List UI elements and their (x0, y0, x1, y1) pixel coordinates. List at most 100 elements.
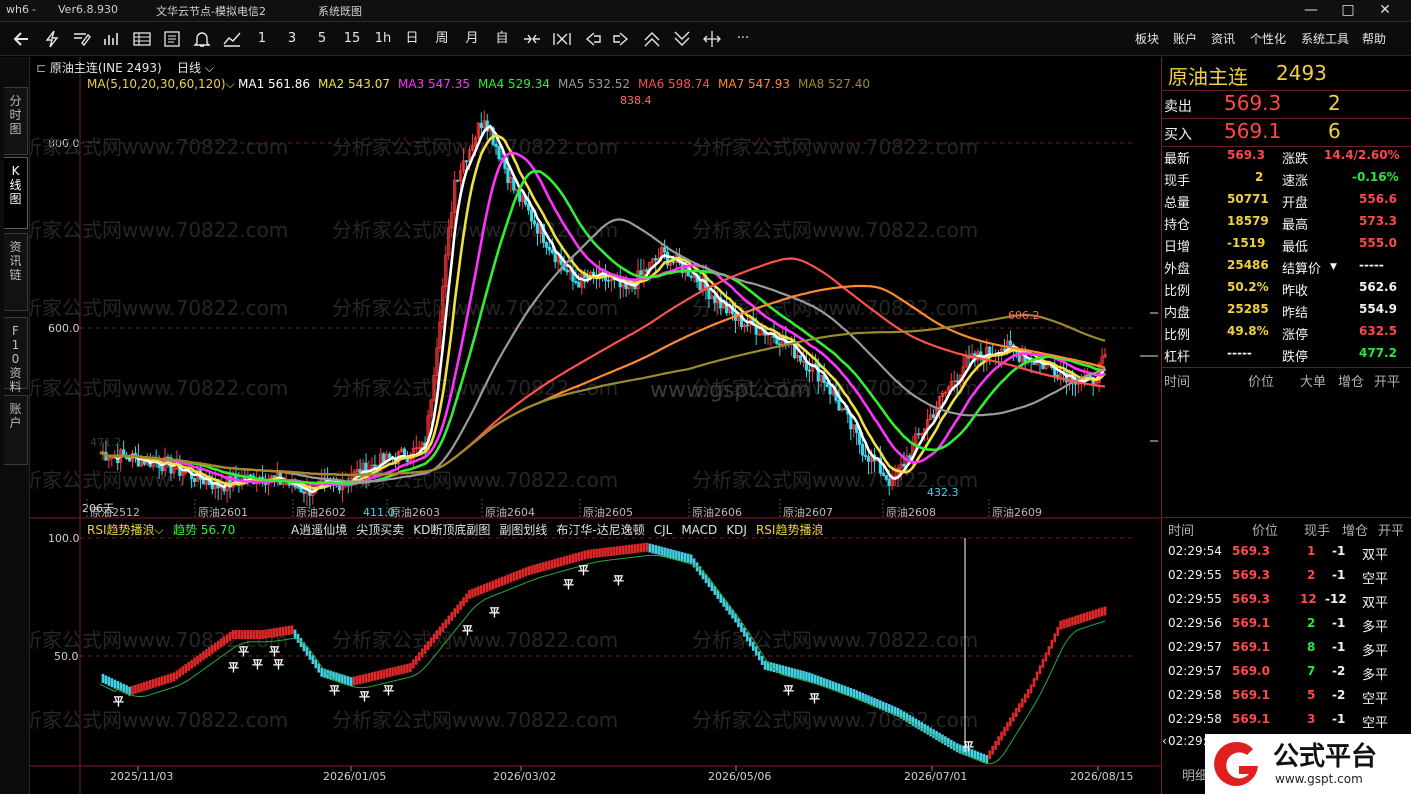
minimize-button[interactable]: — (1294, 0, 1328, 22)
period-week[interactable]: 周 (433, 30, 451, 48)
rsi-bar (503, 575, 507, 585)
rsi-bar (420, 648, 424, 658)
indicator-tab[interactable]: RSI趋势播浪 (756, 523, 824, 537)
tab-kline[interactable]: K线图 (4, 157, 28, 229)
rsi-bar (172, 672, 176, 682)
ma-settings[interactable]: MA(5,10,20,30,60,120)⌵ (87, 77, 235, 92)
flag-label: 平 (489, 606, 500, 619)
indicator-tab[interactable]: 布汀华-达尼逸顿 (556, 523, 644, 537)
rsi-bar (941, 734, 944, 744)
compress-icon[interactable] (522, 30, 542, 48)
indicator-tab[interactable]: 副图划线 (499, 523, 547, 537)
candle-body (843, 408, 847, 411)
more-icon[interactable]: ··· (732, 30, 754, 48)
quote-field-label: 日增 (1164, 240, 1191, 255)
rsi-bar (506, 574, 510, 584)
flag-label: 平 (462, 624, 473, 637)
draw-icon[interactable] (72, 30, 92, 48)
scroll-left-icon[interactable]: ‹ (1162, 734, 1167, 748)
rsi-bar (344, 675, 347, 685)
tick-oi-change: -2 (1332, 688, 1346, 702)
indicator-tabs: A逍遥仙境 尖顶买卖 KD断顶底副图 副图划线 布汀华-达尼逸顿 CJL MACD KDJ RS… (291, 521, 832, 538)
candle-body (464, 160, 469, 163)
tick-column-header: 价位 (1252, 524, 1279, 539)
period-custom[interactable]: 自 (493, 30, 511, 48)
up-icon[interactable] (642, 30, 662, 48)
menu-help[interactable]: 帮助 (1362, 30, 1386, 47)
chevron-down-icon[interactable]: ▼ (1330, 262, 1337, 272)
list-icon[interactable] (132, 30, 152, 48)
back-icon[interactable] (12, 30, 32, 48)
crosshair-icon[interactable] (702, 30, 722, 48)
period-5[interactable]: 5 (314, 30, 330, 48)
tab-news-chain[interactable]: 资讯链 (4, 233, 28, 311)
period-3[interactable]: 3 (284, 30, 300, 48)
bell-icon[interactable] (192, 30, 212, 48)
period-month[interactable]: 月 (463, 30, 481, 48)
rsi-bar (169, 673, 173, 683)
candle-body (798, 355, 803, 362)
candle-body (565, 269, 569, 273)
tick-time: 02:29:54 (1168, 544, 1222, 558)
menu-account[interactable]: 账户 (1173, 30, 1197, 47)
indicator-icon[interactable] (102, 30, 122, 48)
menu-sector[interactable]: 板块 (1135, 30, 1159, 47)
tick-type: 多平 (1362, 620, 1389, 635)
quote-field-label: 持仓 (1164, 218, 1191, 233)
tab-account[interactable]: 账户 (4, 395, 28, 465)
rsi-bar (246, 630, 250, 640)
rsi-bar (559, 557, 563, 567)
tick-time: 02:29:55 (1168, 568, 1222, 582)
indicator-tab[interactable]: KDJ (726, 523, 747, 537)
period-day[interactable]: 日 (403, 30, 421, 48)
rsi-bar (1074, 615, 1077, 625)
indicator-tab[interactable]: MACD (681, 523, 717, 537)
kline-chart[interactable]: 800.0600.0100.050.0分析家公式网www.70822.com 分析… (30, 57, 1161, 794)
lightning-icon[interactable] (42, 30, 62, 48)
left-icon[interactable] (582, 30, 602, 48)
rsi-bar (651, 544, 655, 554)
rsi-bar (1062, 619, 1065, 629)
period-1h[interactable]: 1h (372, 30, 394, 48)
bid-volume: 6 (1328, 119, 1341, 143)
period-select[interactable]: 日线 ⌵ (177, 59, 214, 76)
rsi-bar (991, 745, 994, 755)
book-icon[interactable] (162, 30, 182, 48)
menu-personalize[interactable]: 个性化 (1250, 30, 1286, 47)
indicator-tab[interactable]: A逍遥仙境 (291, 523, 347, 537)
rsi-bar (273, 628, 276, 638)
tick-type: 多平 (1362, 668, 1389, 683)
indicator-tab[interactable]: CJL (654, 523, 673, 537)
rsi-bar (237, 630, 241, 640)
line-icon[interactable] (222, 30, 242, 48)
candle-body (861, 443, 865, 456)
rsi-bar (1020, 698, 1024, 708)
rsi-bar (317, 663, 321, 673)
candle-body (807, 369, 812, 372)
down-icon[interactable] (672, 30, 692, 48)
indicator-tab[interactable]: KD断顶底副图 (413, 523, 490, 537)
tab-timeshare[interactable]: 分时图 (4, 87, 28, 155)
sub-indicator-select[interactable]: RSI趋势播浪⌵ (87, 521, 164, 538)
tick-column-header: 开平 (1378, 524, 1405, 539)
period-1[interactable]: 1 (254, 30, 270, 48)
candle-body (127, 458, 132, 462)
rsi-bar (539, 563, 542, 573)
system-notice[interactable]: 系统既图 (318, 3, 362, 19)
candle-body (160, 467, 164, 472)
close-button[interactable]: ✕ (1368, 0, 1402, 22)
expand-icon[interactable] (552, 30, 572, 48)
watermark: 分析家公式网www.70822.com (30, 708, 288, 732)
maximize-button[interactable]: □ (1331, 0, 1365, 22)
rsi-bar (802, 670, 805, 680)
period-15[interactable]: 15 (340, 30, 364, 48)
tab-f10[interactable]: F10资料 (4, 317, 28, 394)
menu-tools[interactable]: 系统工具 (1301, 30, 1349, 47)
big-order-column-header: 开平 (1374, 375, 1401, 390)
instrument-label[interactable]: ⊏ 原油主连(INE 2493) (36, 59, 162, 76)
rsi-bar (459, 600, 462, 610)
menu-news[interactable]: 资讯 (1211, 30, 1235, 47)
indicator-tab[interactable]: 尖顶买卖 (356, 523, 404, 537)
server-node[interactable]: 文华云节点-模拟电信2 (156, 3, 266, 19)
right-icon[interactable] (612, 30, 632, 48)
